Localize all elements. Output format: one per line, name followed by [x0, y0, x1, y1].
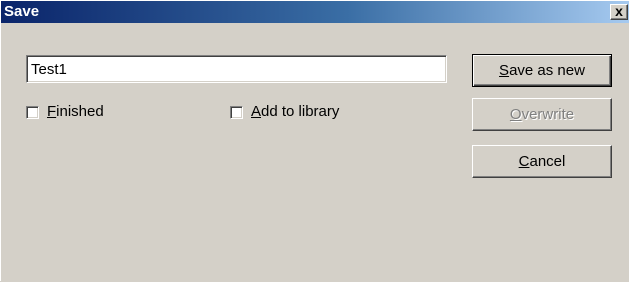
- finished-option[interactable]: Finished: [26, 102, 104, 122]
- finished-label[interactable]: Finished: [47, 103, 104, 121]
- add-to-library-label[interactable]: Add to library: [251, 103, 339, 121]
- finished-checkbox[interactable]: [26, 105, 39, 119]
- close-icon: x: [615, 3, 623, 19]
- name-input[interactable]: [26, 55, 447, 83]
- overwrite-button[interactable]: Overwrite: [472, 98, 612, 131]
- window-title: Save: [4, 3, 40, 20]
- add-to-library-checkbox[interactable]: [230, 105, 243, 119]
- close-button[interactable]: x: [610, 4, 628, 20]
- save-as-new-button[interactable]: Save as new: [472, 54, 612, 87]
- cancel-button[interactable]: Cancel: [472, 145, 612, 178]
- save-dialog: Save x Finished Add to library Save as n…: [0, 0, 629, 282]
- title-bar[interactable]: Save x: [1, 1, 629, 23]
- add-to-library-option[interactable]: Add to library: [230, 102, 339, 122]
